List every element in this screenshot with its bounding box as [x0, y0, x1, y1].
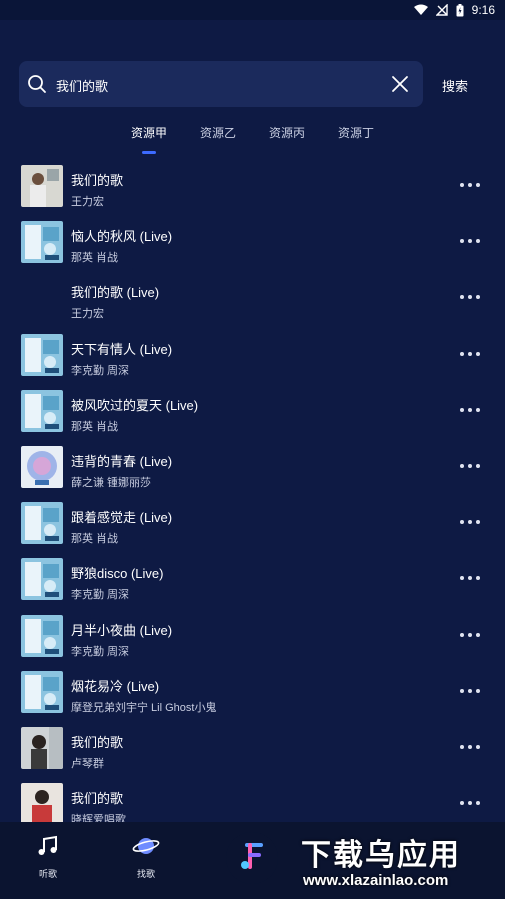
more-options-icon[interactable]	[460, 351, 482, 358]
more-options-icon[interactable]	[460, 239, 482, 245]
no-signal-icon	[435, 4, 448, 16]
more-options-icon[interactable]	[460, 745, 482, 751]
source-tabs: 资源甲 资源乙 资源丙 资源丁	[0, 124, 505, 156]
song-row[interactable]: 我们的歌 王力宏	[0, 162, 505, 218]
song-cover-image	[21, 165, 63, 207]
song-artist: 摩登兄弟刘宇宁 Lil Ghost小鬼	[71, 701, 217, 714]
search-input[interactable]: 我们的歌	[19, 61, 423, 107]
song-cover-image	[21, 333, 63, 376]
song-row[interactable]: 月半小夜曲 (Live) 李克勤 周深	[0, 612, 505, 668]
song-artist: 薛之谦 锺娜丽莎	[71, 477, 152, 489]
song-row[interactable]: 我们的歌 (Live) 王力宏	[0, 274, 505, 330]
song-cover-image	[21, 783, 63, 826]
active-tab-indicator	[142, 151, 156, 154]
song-row[interactable]: 野狼disco (Live) 李克勤 周深	[0, 555, 505, 611]
planet-icon	[132, 838, 160, 862]
song-title: 野狼disco (Live)	[71, 566, 164, 582]
nav-find-label: 找歌	[136, 869, 155, 879]
song-row[interactable]: 跟着感觉走 (Live) 那英 肖战	[0, 499, 505, 555]
song-cover-image	[21, 221, 63, 264]
search-query-text: 我们的歌	[56, 79, 109, 94]
song-artist: 李克勤 周深	[71, 645, 130, 658]
app-logo-icon	[235, 839, 269, 878]
status-time: 9:16	[471, 3, 495, 17]
song-cover-image	[21, 502, 63, 545]
song-cover-image	[21, 670, 63, 713]
song-cover-image	[21, 727, 63, 769]
search-button[interactable]: 搜索	[442, 76, 468, 95]
song-title: 我们的歌	[71, 791, 124, 807]
more-options-icon[interactable]	[460, 183, 482, 189]
song-artist: 王力宏	[71, 308, 104, 321]
song-title: 违背的青春 (Live)	[71, 454, 173, 469]
song-artist: 王力宏	[71, 196, 104, 208]
more-options-icon[interactable]	[460, 801, 482, 807]
song-artist: 那英 肖战	[71, 252, 119, 265]
tab-source-d[interactable]: 资源丁	[338, 124, 374, 141]
search-row: 我们的歌 搜索	[19, 61, 489, 107]
song-artist: 李克勤 周深	[71, 589, 130, 602]
more-options-icon[interactable]	[460, 407, 482, 414]
song-cover-image	[21, 446, 63, 488]
status-bar: 9:16	[0, 0, 505, 20]
center-app-button[interactable]	[226, 832, 278, 884]
watermark: 下载乌应用 www.xlazainlao.com	[301, 830, 503, 894]
song-title: 跟着感觉走 (Live)	[71, 510, 173, 526]
song-row[interactable]: 违背的青春 (Live) 薛之谦 锺娜丽莎	[0, 443, 505, 499]
more-options-icon[interactable]	[460, 576, 482, 582]
song-row[interactable]: 恼人的秋风 (Live) 那英 肖战	[0, 218, 505, 274]
song-cover-image	[21, 614, 63, 657]
more-options-icon[interactable]	[460, 632, 482, 639]
nav-listen[interactable]: 听歌	[18, 834, 78, 880]
song-title: 天下有情人 (Live)	[71, 341, 173, 357]
song-title: 恼人的秋风 (Live)	[71, 229, 173, 245]
song-title: 我们的歌 (Live)	[71, 285, 160, 301]
more-options-icon[interactable]	[460, 464, 482, 470]
song-row[interactable]: 我们的歌 卢琴群	[0, 724, 505, 780]
battery-icon	[456, 3, 464, 17]
song-artist: 那英 肖战	[71, 420, 119, 433]
song-cover-image	[21, 389, 63, 432]
clear-search-icon[interactable]	[390, 74, 410, 99]
song-artist: 李克勤 周深	[71, 364, 130, 377]
song-artist: 那英 肖战	[71, 533, 119, 546]
song-title: 我们的歌	[71, 735, 124, 750]
song-title: 被风吹过的夏天 (Live)	[71, 397, 199, 413]
song-row[interactable]: 被风吹过的夏天 (Live) 那英 肖战	[0, 387, 505, 443]
song-title: 我们的歌	[71, 173, 124, 188]
more-options-icon[interactable]	[460, 295, 482, 301]
watermark-title: 下载乌应用	[301, 839, 461, 872]
song-cover-image	[21, 558, 63, 601]
more-options-icon[interactable]	[460, 688, 482, 695]
song-title: 月半小夜曲 (Live)	[71, 622, 173, 638]
nav-find[interactable]: 找歌	[116, 834, 176, 880]
song-row[interactable]: 天下有情人 (Live) 李克勤 周深	[0, 331, 505, 387]
tab-source-c[interactable]: 资源丙	[269, 124, 305, 141]
nav-listen-label: 听歌	[38, 869, 57, 879]
song-row[interactable]: 烟花易冷 (Live) 摩登兄弟刘宇宁 Lil Ghost小鬼	[0, 668, 505, 724]
tab-source-b[interactable]: 资源乙	[200, 124, 236, 141]
wifi-icon	[413, 4, 428, 16]
song-title: 烟花易冷 (Live)	[71, 678, 160, 694]
song-artist: 卢琴群	[71, 758, 104, 770]
tab-source-a[interactable]: 资源甲	[131, 124, 167, 141]
search-icon	[27, 74, 47, 99]
watermark-url: www.xlazainlao.com	[303, 872, 449, 889]
more-options-icon[interactable]	[460, 520, 482, 526]
music-note-icon	[36, 835, 60, 862]
